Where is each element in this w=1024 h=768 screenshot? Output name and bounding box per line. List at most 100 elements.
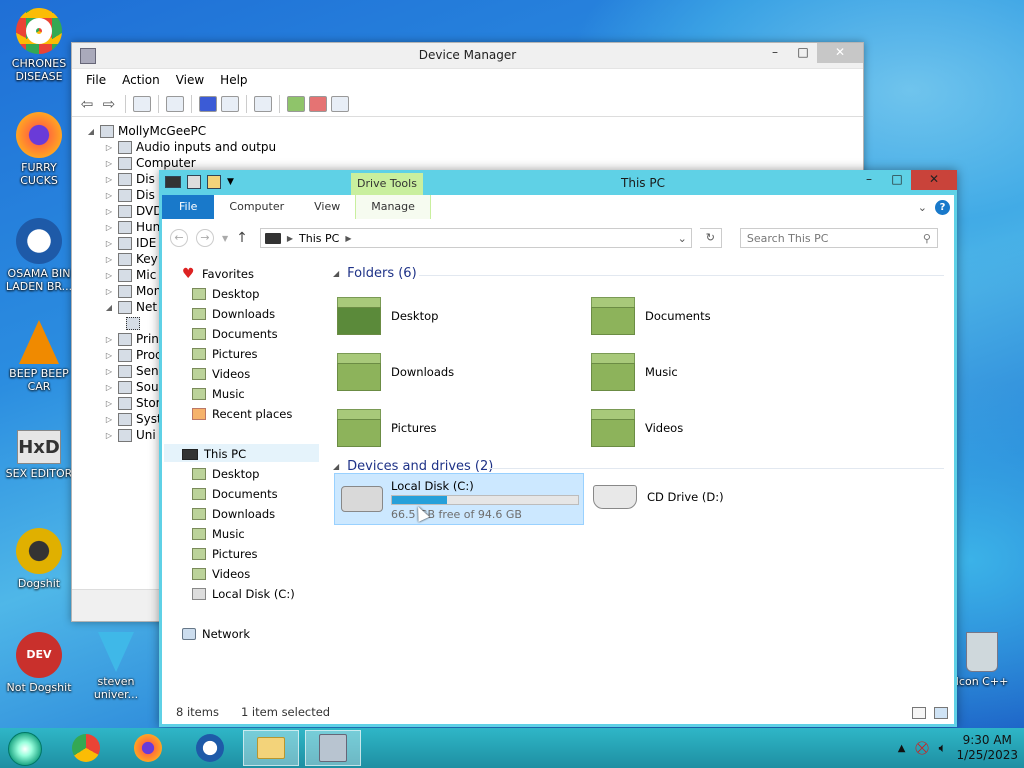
taskbar-obama[interactable] [182,730,238,766]
enable-device-icon[interactable] [331,95,349,112]
desktop-icon-obama[interactable]: OSAMA BIN LADEN BR... [3,218,75,293]
downloads-folder-icon [192,508,206,520]
breadcrumb-this-pc[interactable]: This PC [299,232,339,245]
tree-node[interactable]: ▷ Audio inputs and outpu [72,139,863,155]
folder-videos[interactable]: Videos [591,409,683,447]
desktop-icon-hxd[interactable]: HxD SEX EDITOR [3,430,75,480]
desktop-icon-vlc[interactable]: BEEP BEEP CAR [3,320,75,393]
tree-root[interactable]: ◢ MollyMcGeePC [72,123,863,139]
desktop-icon-chrome[interactable]: CHRONES DISEASE [3,8,75,83]
recent-locations-chevron-icon[interactable]: ▼ [222,234,228,243]
tree-node[interactable]: ▷ Computer [72,155,863,171]
nav-pc-videos[interactable]: Videos [192,567,250,581]
desktop-icon-steven[interactable]: steven univer... [80,632,152,701]
maximize-button[interactable]: □ [883,170,911,190]
close-button[interactable]: ✕ [817,43,863,63]
scan-hardware-icon[interactable] [254,95,272,112]
close-button[interactable]: ✕ [911,170,957,190]
forward-arrow-icon[interactable]: ⇨ [100,96,118,112]
collapse-triangle-icon[interactable]: ◢ [333,269,339,278]
nav-pc-pictures[interactable]: Pictures [192,547,258,561]
nav-network[interactable]: Network [182,627,250,641]
volume-icon[interactable]: 🔈︎ [939,741,947,756]
drive-cd-d[interactable]: CD Drive (D:) [593,485,724,509]
nav-fav-recent-places[interactable]: Recent places [192,407,292,421]
taskbar-chrome[interactable] [58,730,114,766]
taskbar-firefox[interactable] [120,730,176,766]
maximize-button[interactable]: □ [789,43,817,63]
back-button[interactable]: ← [170,229,188,247]
folder-music[interactable]: Music [591,353,678,391]
search-box[interactable]: Search This PC ⚲ [739,228,938,248]
tab-computer[interactable]: Computer [214,195,299,219]
start-button[interactable] [8,732,42,766]
nav-fav-music[interactable]: Music [192,387,245,401]
folder-pictures[interactable]: Pictures [337,409,437,447]
menu-view[interactable]: View [168,69,212,91]
explorer-window[interactable]: ▼ Drive Tools This PC – □ ✕ File Compute… [159,170,957,727]
taskbar-file-explorer[interactable] [243,730,299,766]
drive-local-disk-c[interactable]: Local Disk (C:) 66.5 GB free of 94.6 GB [334,473,584,525]
nav-fav-pictures[interactable]: Pictures [192,347,258,361]
up-button[interactable]: ↑ [236,230,248,246]
search-input[interactable]: Search This PC [747,232,829,245]
back-arrow-icon[interactable]: ⇦ [78,96,96,112]
folder-downloads[interactable]: Downloads [337,353,454,391]
tab-file[interactable]: File [162,195,215,219]
network-status-icon[interactable]: ⛒ [915,741,928,756]
expand-ribbon-chevron-icon[interactable]: ⌄ [918,201,927,214]
nav-fav-desktop[interactable]: Desktop [192,287,259,301]
console-tree-icon[interactable] [166,95,184,112]
details-view-icon[interactable] [912,707,926,719]
nav-pc-music[interactable]: Music [192,527,245,541]
downloads-folder-icon [337,353,381,391]
breadcrumb-separator-icon[interactable]: ▶ [345,234,351,243]
refresh-button[interactable]: ↻ [699,228,722,248]
nav-fav-documents[interactable]: Documents [192,327,278,341]
tab-manage[interactable]: Manage [355,195,431,219]
help-icon[interactable] [199,95,217,112]
clock[interactable]: 9:30 AM 1/25/2023 [956,733,1018,763]
address-dropdown-icon[interactable]: ⌄ [678,232,687,245]
ribbon-tabs: File Computer View Manage ⌄ ? [162,195,954,219]
breadcrumb-separator-icon[interactable]: ▶ [287,234,293,243]
large-icons-view-icon[interactable] [934,707,948,719]
desktop-icon-dogshit[interactable]: Dogshit [3,528,75,590]
minimize-button[interactable]: – [761,43,789,63]
nav-this-pc[interactable]: This PC [182,447,246,461]
tab-view[interactable]: View [299,195,355,219]
nav-pc-downloads[interactable]: Downloads [192,507,275,521]
action-pane-icon[interactable] [221,95,239,112]
forward-button[interactable]: → [196,229,214,247]
desktop-icon-devcpp[interactable]: DEV Not Dogshit [3,632,75,694]
nav-pc-desktop[interactable]: Desktop [192,467,259,481]
folder-desktop[interactable]: Desktop [337,297,438,335]
desktop-icon-label: Not Dogshit [6,681,72,694]
nav-fav-videos[interactable]: Videos [192,367,250,381]
desktop-icon-firefox[interactable]: FURRY CUCKS [3,112,75,187]
update-driver-icon[interactable] [287,95,305,112]
device-manager-titlebar[interactable]: Device Manager – □ ✕ [72,43,863,69]
explorer-titlebar[interactable]: ▼ Drive Tools This PC – □ ✕ [159,170,957,195]
menu-help[interactable]: Help [212,69,255,91]
menu-file[interactable]: File [78,69,114,91]
keyboard-icon [118,252,132,266]
menu-action[interactable]: Action [114,69,168,91]
nav-pc-documents[interactable]: Documents [192,487,278,501]
properties-icon[interactable] [133,95,151,112]
show-hidden-icons-icon[interactable]: ▲ [898,743,906,754]
folder-documents[interactable]: Documents [591,297,711,335]
nav-fav-downloads[interactable]: Downloads [192,307,275,321]
this-pc-icon [264,232,281,244]
address-bar[interactable]: ▶ This PC ▶ ⌄ [259,228,692,248]
collapse-triangle-icon[interactable]: ◢ [333,462,339,471]
devices-group-header[interactable]: ◢ Devices and drives (2) [333,459,493,474]
minimize-button[interactable]: – [855,170,883,190]
uninstall-device-icon[interactable] [309,95,327,112]
taskbar-device-manager[interactable] [305,730,361,766]
help-icon[interactable]: ? [935,199,950,215]
nav-pc-local-disk[interactable]: Local Disk (C:) [192,587,295,601]
nav-favorites[interactable]: ♥ Favorites [182,267,254,282]
folders-group-header[interactable]: ◢ Folders (6) [333,266,417,281]
collapse-triangle-icon[interactable]: ◢ [86,127,96,136]
